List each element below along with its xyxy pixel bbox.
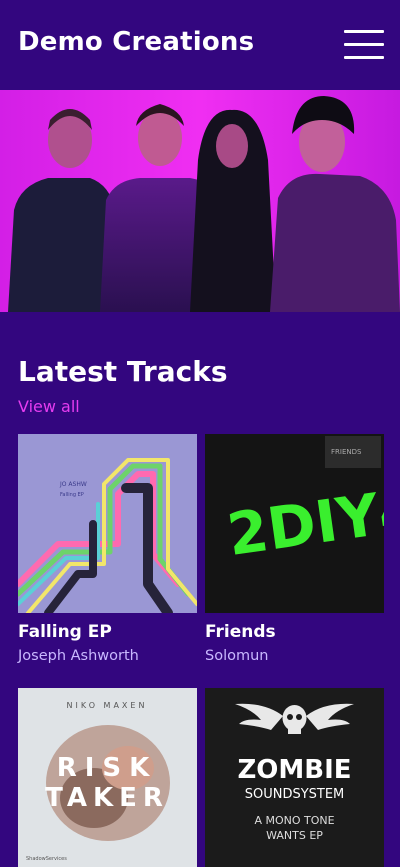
- cover-text: ZOMBIE: [237, 755, 351, 785]
- cover-text: SOUNDSYSTEM: [245, 787, 345, 802]
- track-cover-zombie-soundsystem[interactable]: ZOMBIE SOUNDSYSTEM A MONO TONE WANTS EP: [205, 688, 384, 867]
- section-title-latest-tracks: Latest Tracks: [18, 355, 228, 388]
- cover-text: Falling EP: [60, 492, 84, 498]
- track-artist[interactable]: Joseph Ashworth: [18, 647, 197, 665]
- track-cover-risk-taker[interactable]: NIKO MAXEN RISK TAKER ShadowServices: [18, 688, 197, 867]
- track-card[interactable]: JO ASHW Falling EP Falling EP Joseph Ash…: [18, 434, 197, 665]
- cover-text: ShadowServices: [26, 856, 67, 862]
- brand-title[interactable]: Demo Creations: [18, 27, 254, 57]
- track-cover-falling-ep[interactable]: JO ASHW Falling EP: [18, 434, 197, 613]
- hamburger-menu-icon[interactable]: [344, 30, 384, 60]
- cover-text: WANTS EP: [266, 829, 323, 842]
- track-card[interactable]: ZOMBIE SOUNDSYSTEM A MONO TONE WANTS EP: [205, 688, 384, 867]
- track-title[interactable]: Friends: [205, 622, 384, 642]
- cover-text: A MONO TONE: [254, 814, 334, 827]
- track-title[interactable]: Falling EP: [18, 622, 197, 642]
- track-card[interactable]: NIKO MAXEN RISK TAKER ShadowServices: [18, 688, 197, 867]
- track-artist[interactable]: Solomun: [205, 647, 384, 665]
- cover-text: RISK: [57, 753, 158, 783]
- track-card[interactable]: FRIENDS 2DIY4 Friends Solomun: [205, 434, 384, 665]
- cover-text: JO ASHW: [59, 481, 87, 488]
- cover-text: TAKER: [45, 783, 169, 813]
- cover-text: FRIENDS: [331, 448, 362, 456]
- track-cover-friends[interactable]: FRIENDS 2DIY4: [205, 434, 384, 613]
- view-all-link[interactable]: View all: [18, 397, 80, 416]
- hero-band-photo: [0, 90, 400, 312]
- app-header: Demo Creations: [0, 0, 400, 90]
- cover-text: NIKO MAXEN: [67, 701, 148, 710]
